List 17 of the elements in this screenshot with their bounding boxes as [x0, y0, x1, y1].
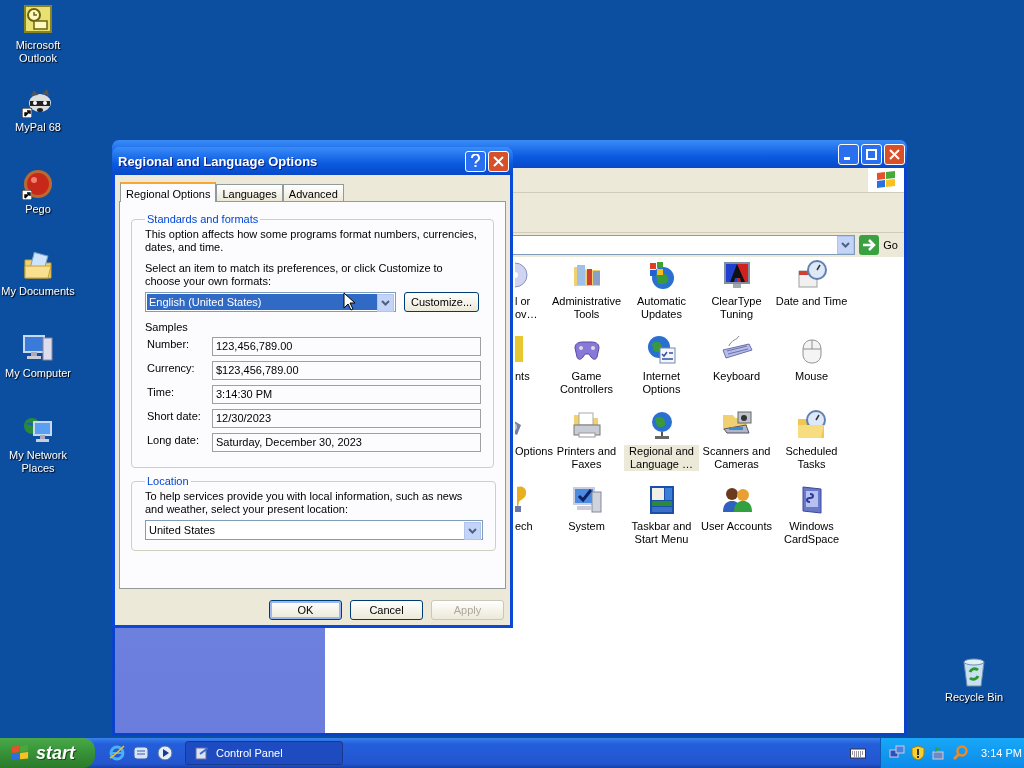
- prompt-text: Select an item to match its preferences, or click Customize to choose your own formats:: [145, 262, 444, 288]
- sample-value: 3:14:30 PM: [212, 385, 481, 404]
- window-title: Regional and Language Options: [118, 153, 319, 169]
- description-text: To help services provide you with local information, such as news and weather, select your present location:: [145, 490, 464, 516]
- sample-label: Time:: [146, 385, 176, 398]
- group-title: Standards and formats: [146, 213, 260, 225]
- sample-value: Saturday, December 30, 2023: [212, 433, 481, 452]
- sample-value: $123,456,789.00: [212, 361, 481, 380]
- description-text: This option affects how some programs format numbers, currencies, dates, and time.: [145, 228, 478, 254]
- sample-value: 123,456,789.00: [212, 337, 481, 356]
- sample-label: Number:: [146, 337, 191, 350]
- sample-label: Short date:: [146, 409, 202, 422]
- section-label: Samples: [145, 321, 189, 333]
- sample-value: 12/30/2023: [212, 409, 481, 428]
- sample-label: Currency:: [146, 361, 196, 374]
- sample-label: Long date:: [146, 433, 200, 446]
- group-title: Location: [146, 475, 190, 487]
